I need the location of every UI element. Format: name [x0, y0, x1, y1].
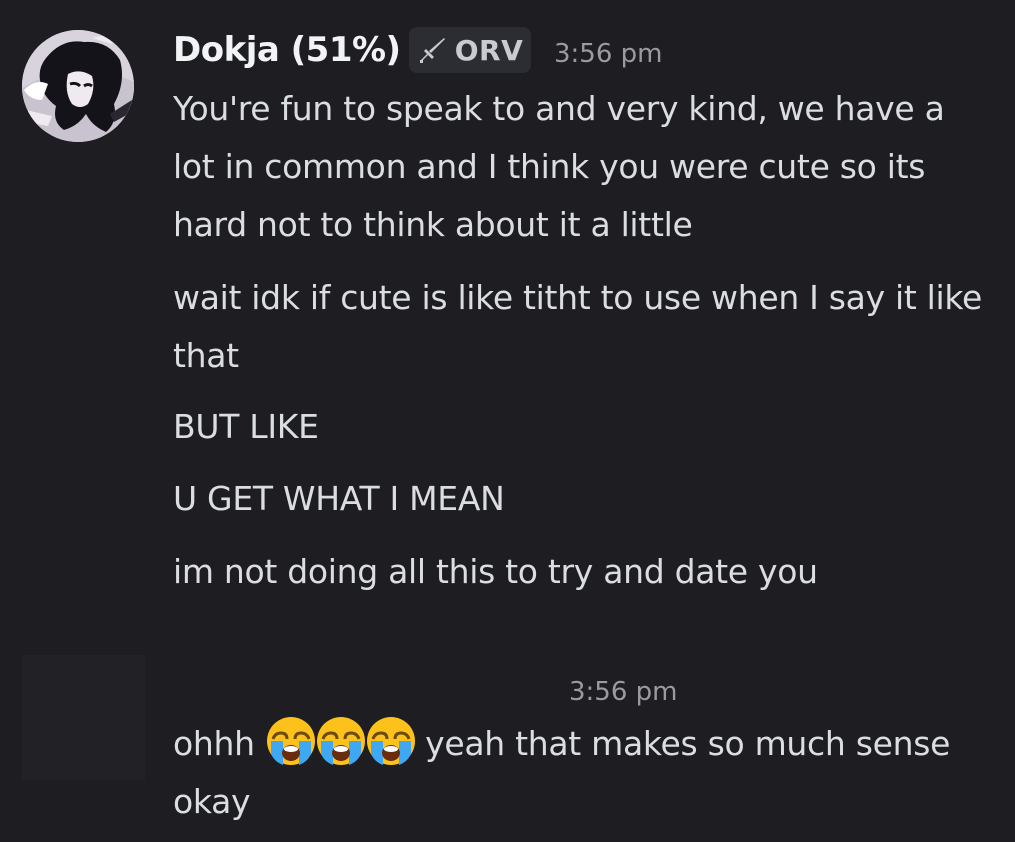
chat-message: You're fun to speak to and very kind, we… [173, 89, 945, 244]
chat-message: U GET WHAT I MEAN [173, 479, 505, 518]
reply-text-start: ohhh [173, 724, 255, 763]
loudly-crying-face-icon[interactable] [265, 715, 317, 767]
chat-view: Dokja (51%) ORV 3:56 pm You're fun to sp… [0, 0, 1015, 842]
avatar-image [22, 30, 134, 142]
tag-label: ORV [454, 33, 524, 67]
chat-message: BUT LIKE [173, 407, 319, 446]
sword-icon [419, 38, 445, 63]
chat-message: wait idk if cute is like titht to use wh… [173, 278, 983, 375]
message-hover-gutter [22, 655, 145, 780]
avatar[interactable] [22, 30, 134, 142]
chat-message: im not doing all this to try and date yo… [173, 552, 818, 591]
loudly-crying-face-icon[interactable] [315, 715, 367, 767]
reply-message: ohhh yeah that makes so much sense okay [173, 715, 993, 831]
reply-timestamp[interactable]: 3:56 pm [569, 676, 677, 708]
server-tag[interactable]: ORV [409, 27, 531, 73]
message-timestamp[interactable]: 3:56 pm [554, 38, 662, 70]
loudly-crying-face-icon[interactable] [365, 715, 417, 767]
author-username[interactable]: Dokja (51%) [173, 28, 401, 72]
